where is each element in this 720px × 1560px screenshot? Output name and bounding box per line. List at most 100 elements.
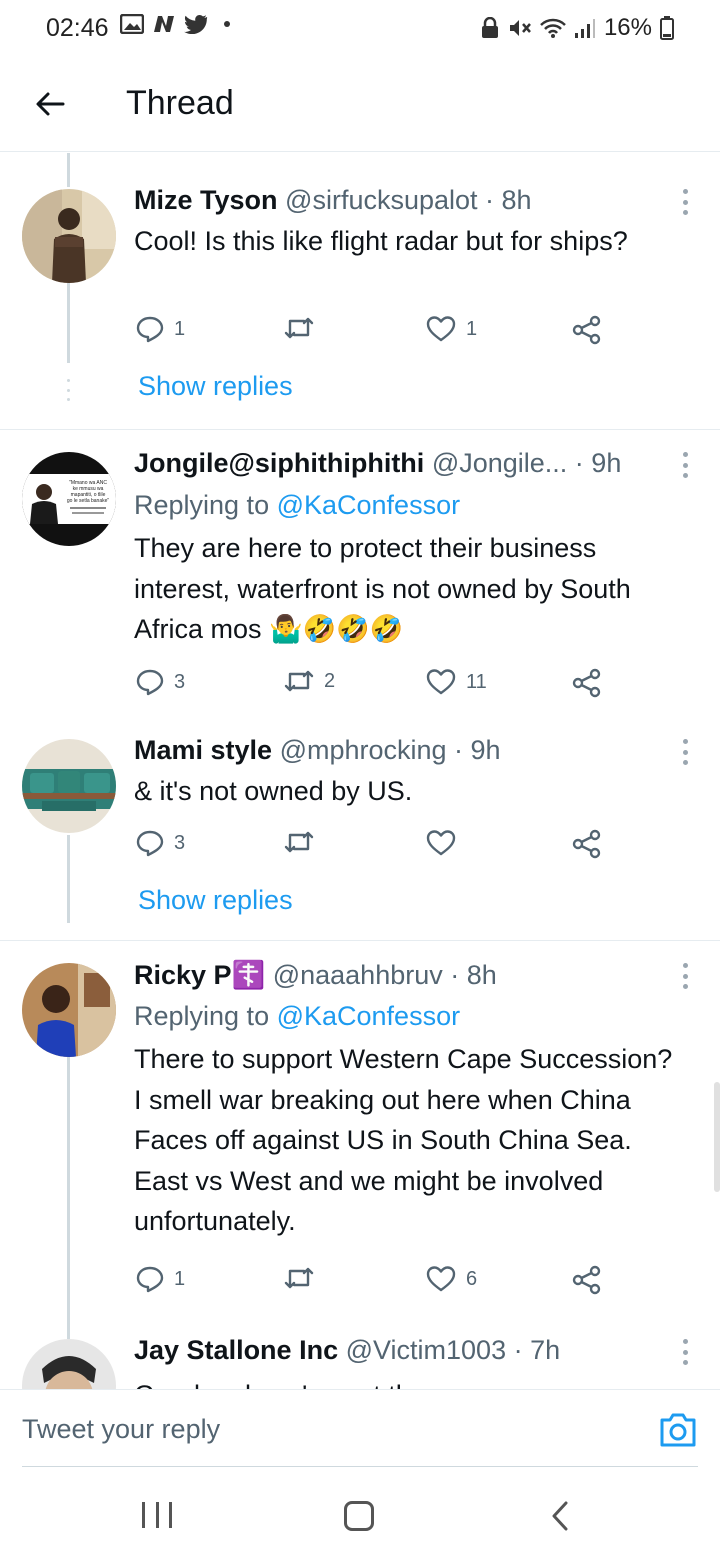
reply-count: 1 — [174, 317, 186, 340]
author-name[interactable]: Mize Tyson — [134, 185, 278, 215]
svg-text:go le setla banake": go le setla banake" — [67, 498, 110, 504]
share-button[interactable] — [572, 668, 602, 698]
dot-icon — [224, 21, 230, 27]
reply-composer: Tweet your reply — [0, 1389, 720, 1467]
reply-count: 3 — [174, 670, 186, 693]
tweet-mami-style[interactable]: Mami style @mphrocking · 9h & it's not o… — [0, 715, 720, 940]
retweet-button[interactable] — [284, 1265, 314, 1291]
tweet-header: Mize Tyson @sirfucksupalot · 8h — [134, 185, 680, 216]
retweet-button[interactable] — [284, 829, 314, 855]
share-button[interactable] — [572, 1265, 602, 1295]
avatar[interactable]: "Mmano wa ANC ke mmusu wa mapantiti, o tli… — [22, 452, 116, 546]
author-meta: @naaahhbruv · 8h — [272, 960, 497, 990]
thread-header: Thread — [0, 60, 720, 152]
tweet-ricky-p[interactable]: Ricky P☦️ @naaahhbruv · 8h Replying to @… — [0, 941, 720, 1336]
recent-apps-icon[interactable] — [142, 1502, 172, 1528]
reply-icon — [136, 830, 164, 857]
status-bar: 02:46 16% — [0, 0, 720, 60]
reply-button[interactable]: 3 — [136, 829, 185, 857]
author-meta: @mphrocking · 9h — [279, 735, 501, 765]
tweet-actions: 1 1 — [134, 315, 614, 351]
author-name[interactable]: Mami style — [134, 735, 272, 765]
reply-input[interactable]: Tweet your reply — [22, 1414, 220, 1445]
back-button[interactable] — [28, 82, 72, 126]
tweet-header: Ricky P☦️ @naaahhbruv · 8h — [134, 959, 680, 991]
share-icon — [572, 1265, 601, 1295]
more-options-button[interactable] — [678, 739, 692, 765]
battery-percent: 16% — [603, 14, 652, 41]
status-time: 02:46 — [46, 14, 109, 42]
mention-link[interactable]: @KaConfessor — [277, 490, 461, 520]
heart-icon — [426, 669, 456, 695]
retweet-button[interactable]: 2 — [284, 668, 335, 694]
heart-icon — [426, 830, 456, 856]
avatar[interactable] — [22, 963, 116, 1057]
author-name[interactable]: Jay Stallone Inc — [134, 1335, 338, 1365]
share-icon — [572, 315, 601, 345]
twitter-icon — [184, 15, 208, 34]
tweet-text: Good zarl you've got there... — [134, 1375, 680, 1389]
more-options-button[interactable] — [678, 963, 692, 989]
tweet-actions: 3 — [134, 829, 614, 865]
retweet-count: 2 — [324, 669, 336, 692]
share-button[interactable] — [572, 315, 602, 345]
retweet-icon — [284, 317, 314, 339]
reply-button[interactable]: 1 — [136, 315, 185, 343]
thread-connector — [67, 835, 70, 923]
input-underline — [22, 1466, 698, 1467]
replying-to: Replying to @KaConfessor — [134, 490, 460, 521]
tweet-text: Cool! Is this like flight radar but for … — [134, 226, 628, 256]
author-meta: @sirfucksupalot · 8h — [285, 185, 532, 215]
more-options-button[interactable] — [678, 189, 692, 215]
scrollbar-thumb[interactable] — [714, 1082, 720, 1192]
notification-icons — [120, 14, 230, 34]
tweet-mize-tyson[interactable]: Mize Tyson @sirfucksupalot · 8h Cool! Is… — [0, 153, 720, 431]
like-button[interactable]: 1 — [426, 315, 477, 343]
author-meta: @Victim1003 · 7h — [345, 1335, 561, 1365]
replying-label: Replying to — [134, 1001, 277, 1031]
reply-icon — [136, 1266, 164, 1293]
author-name[interactable]: Jongile@siphithiphithi — [134, 448, 424, 478]
camera-icon — [660, 1413, 696, 1447]
arrow-left-icon — [36, 92, 65, 116]
camera-button[interactable] — [658, 1412, 698, 1448]
tweet-header: Jongile@siphithiphithi @Jongile... · 9h — [134, 448, 680, 479]
avatar[interactable] — [22, 189, 116, 283]
back-icon[interactable] — [548, 1500, 572, 1532]
tweet-jay-stallone[interactable]: Jay Stallone Inc @Victim1003 · 7h Good z… — [0, 1329, 720, 1389]
retweet-icon — [284, 670, 314, 692]
show-replies-link[interactable]: Show replies — [138, 885, 293, 916]
like-button[interactable]: 11 — [426, 668, 487, 696]
more-options-button[interactable] — [678, 1339, 692, 1365]
n-icon — [154, 16, 174, 32]
show-replies-link[interactable]: Show replies — [138, 371, 293, 402]
thread-connector — [67, 283, 70, 363]
retweet-icon — [284, 831, 314, 853]
battery-icon — [660, 16, 674, 40]
replying-label: Replying to — [134, 490, 277, 520]
like-button[interactable] — [426, 829, 456, 857]
reply-count: 3 — [174, 831, 186, 854]
like-button[interactable]: 6 — [426, 1265, 477, 1293]
page-title: Thread — [126, 84, 234, 122]
thread-feed[interactable]: Mize Tyson @sirfucksupalot · 8h Cool! Is… — [0, 153, 720, 1389]
tweet-header: Jay Stallone Inc @Victim1003 · 7h — [134, 1335, 680, 1366]
reply-button[interactable]: 1 — [136, 1265, 185, 1293]
tweet-text: & it's not owned by US. — [134, 776, 413, 806]
like-count: 1 — [466, 317, 478, 340]
system-nav-bar — [0, 1470, 720, 1560]
share-button[interactable] — [572, 829, 602, 859]
more-options-button[interactable] — [678, 452, 692, 478]
mention-link[interactable]: @KaConfessor — [277, 1001, 461, 1031]
avatar[interactable] — [22, 1339, 116, 1389]
author-meta: @Jongile... · 9h — [431, 448, 622, 478]
retweet-button[interactable] — [284, 315, 324, 341]
reply-button[interactable]: 3 — [136, 668, 185, 696]
thread-connector — [67, 1057, 70, 1339]
tweet-actions: 1 6 — [134, 1265, 614, 1301]
avatar[interactable] — [22, 739, 116, 833]
home-icon[interactable] — [344, 1501, 374, 1531]
retweet-icon — [284, 1267, 314, 1289]
author-name[interactable]: Ricky P☦️ — [134, 960, 265, 990]
signal-icon — [574, 19, 595, 38]
